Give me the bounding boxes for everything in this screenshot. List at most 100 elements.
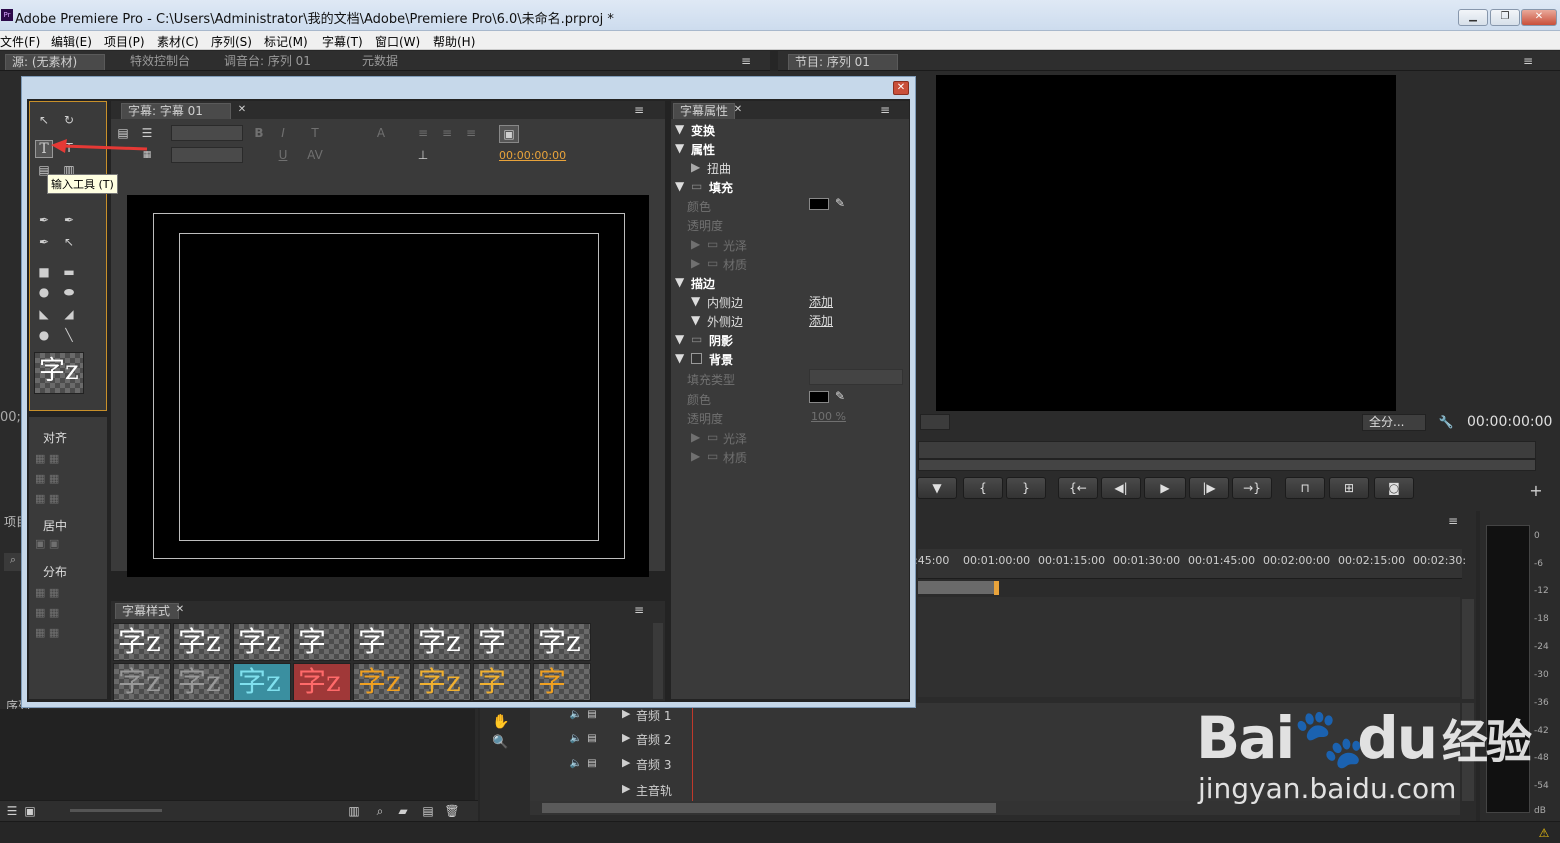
line-tool-icon[interactable]: ╲ (61, 327, 77, 343)
delete-anchor-tool-icon[interactable]: ✒ (61, 212, 77, 228)
new-bin-icon[interactable]: ▰ (395, 803, 411, 819)
center-buttons[interactable]: ▣ ▣ (35, 537, 59, 550)
stroke-expand-icon[interactable]: ▼ (675, 275, 684, 289)
zoom-slider[interactable] (70, 809, 162, 812)
close-button[interactable]: ✕ (1521, 9, 1557, 26)
minimize-button[interactable]: ▁ (1458, 9, 1488, 26)
rounded-corner-tool-icon[interactable]: ⬬ (61, 284, 77, 300)
bg-texture-expand-icon[interactable]: ▶ (691, 449, 700, 463)
title-timecode[interactable]: 00:00:00:00 (499, 149, 566, 162)
tab-title-styles[interactable]: 字幕样式 (115, 603, 179, 619)
extract-button[interactable]: ⊞ (1329, 477, 1369, 499)
tab-title-properties[interactable]: 字幕属性 (673, 103, 735, 119)
menu-project[interactable]: 项目(P) (104, 33, 145, 50)
automate-icon[interactable]: ▥ (346, 803, 362, 819)
zoom-select[interactable]: 全分... (1362, 414, 1426, 431)
trash-icon[interactable]: 🗑 (444, 803, 460, 819)
arc-tool-icon[interactable]: ◢ (61, 306, 77, 322)
bg-color-swatch[interactable] (809, 391, 829, 403)
rectangle-tool-icon[interactable]: ■ (36, 264, 52, 280)
menu-help[interactable]: 帮助(H) (433, 33, 475, 50)
tab-title[interactable]: 字幕: 字幕 01 (121, 103, 231, 119)
sheen-label[interactable]: 光泽 (723, 237, 747, 254)
timeline-vscroll[interactable] (1462, 599, 1474, 699)
style-thumbnail[interactable]: 字z (113, 663, 171, 701)
style-thumbnail[interactable]: 字 (473, 623, 531, 661)
align-right-icon[interactable]: ≡ (463, 125, 479, 141)
attributes-expand-icon[interactable]: ▼ (675, 141, 684, 155)
sync-lock-icon[interactable]: ▤ (586, 707, 598, 723)
style-thumbnail[interactable]: 字z (413, 663, 471, 701)
style-thumbnail[interactable]: 字z (173, 663, 231, 701)
program-dropdown[interactable] (920, 414, 950, 430)
clipped-corner-tool-icon[interactable]: ● (36, 284, 52, 300)
add-button-icon[interactable]: + (1528, 483, 1544, 499)
play-button[interactable]: ▶ (1144, 477, 1186, 499)
dialog-close-button[interactable]: ✕ (893, 81, 909, 95)
playhead[interactable] (994, 581, 999, 595)
bg-opacity-value[interactable]: 100 % (811, 410, 846, 423)
zoom-tool-icon[interactable]: 🔍 (492, 735, 508, 751)
font-family-select[interactable] (171, 125, 243, 141)
tab-audio-mixer[interactable]: 调音台: 序列 01 (218, 54, 317, 70)
panel-menu-icon[interactable]: ≡ (877, 102, 893, 118)
wrench-icon[interactable]: 🔧 (1438, 414, 1454, 430)
panel-menu-icon[interactable]: ≡ (631, 102, 647, 118)
kerning-icon[interactable]: AV (307, 147, 323, 163)
menu-title[interactable]: 字幕(T) (322, 33, 363, 50)
leading-icon[interactable]: A (373, 125, 389, 141)
background-expand-icon[interactable]: ▼ (675, 351, 684, 365)
distort-expand-icon[interactable]: ▶ (691, 160, 700, 174)
styles-scrollbar[interactable] (653, 623, 663, 699)
fill-color-swatch[interactable] (809, 198, 829, 210)
transform-expand-icon[interactable]: ▼ (675, 122, 684, 136)
menu-edit[interactable]: 编辑(E) (51, 33, 92, 50)
tab-effect-controls[interactable]: 特效控制台 (124, 54, 196, 70)
bg-sheen-expand-icon[interactable]: ▶ (691, 430, 700, 444)
search-icon[interactable]: ⌕ (4, 553, 22, 571)
ellipse-tool-icon[interactable]: ● (36, 327, 52, 343)
style-thumbnail[interactable]: 字z (173, 623, 231, 661)
hand-tool-icon[interactable]: ✋ (492, 714, 509, 730)
style-thumbnail[interactable]: 字z (533, 623, 591, 661)
style-thumbnail[interactable]: 字z (233, 623, 291, 661)
inner-stroke-expand-icon[interactable]: ▼ (691, 294, 700, 308)
menu-marker[interactable]: 标记(M) (264, 33, 308, 50)
tab-stops-icon[interactable]: ⊥ (415, 147, 431, 163)
underline-icon[interactable]: U (275, 147, 291, 163)
convert-anchor-tool-icon[interactable]: ↖ (61, 234, 77, 250)
tab-source[interactable]: 源: (无素材) (5, 54, 105, 70)
eyedropper-icon[interactable]: ✎ (835, 389, 845, 403)
bg-sheen-label[interactable]: 光泽 (723, 430, 747, 447)
speaker-icon[interactable]: 🔈 (568, 707, 584, 723)
bold-icon[interactable]: B (251, 125, 267, 141)
fill-checkbox[interactable]: ▭ (691, 179, 702, 193)
sync-lock-icon[interactable]: ▤ (586, 731, 598, 747)
speaker-icon[interactable]: 🔈 (568, 731, 584, 747)
style-thumbnail[interactable]: 字z (413, 623, 471, 661)
shadow-label[interactable]: 阴影 (709, 332, 733, 349)
sheen-checkbox[interactable]: ▭ (707, 237, 718, 251)
tab-close-icon[interactable]: ✕ (731, 102, 745, 118)
audio-track-2-expand-icon[interactable]: ▶ (622, 731, 630, 744)
go-to-in-button[interactable]: {← (1058, 477, 1098, 499)
align-center-icon[interactable]: ≡ (439, 125, 455, 141)
add-anchor-tool-icon[interactable]: ✒ (36, 234, 52, 250)
font-style-select[interactable] (171, 147, 243, 163)
menu-window[interactable]: 窗口(W) (375, 33, 420, 50)
texture-expand-icon[interactable]: ▶ (691, 256, 700, 270)
italic-icon[interactable]: I (275, 125, 291, 141)
style-thumbnail[interactable]: 字z (353, 663, 411, 701)
warning-icon[interactable]: ⚠ (1536, 825, 1552, 841)
title-canvas[interactable] (127, 195, 649, 577)
tab-metadata[interactable]: 元数据 (356, 54, 404, 70)
new-item-icon[interactable]: ▤ (420, 803, 436, 819)
tab-close-icon[interactable]: ✕ (235, 102, 249, 118)
mark-out-button[interactable]: } (1006, 477, 1046, 499)
align-left-icon[interactable]: ≡ (415, 125, 431, 141)
background-label[interactable]: 背景 (709, 351, 733, 368)
distribute-buttons[interactable]: ▦ ▦ ▦ ▦ ▦ ▦ (35, 583, 101, 643)
font-size-icon[interactable]: T (307, 125, 323, 141)
style-thumbnail[interactable]: 字 (293, 623, 351, 661)
style-thumbnail[interactable]: 字 (353, 623, 411, 661)
